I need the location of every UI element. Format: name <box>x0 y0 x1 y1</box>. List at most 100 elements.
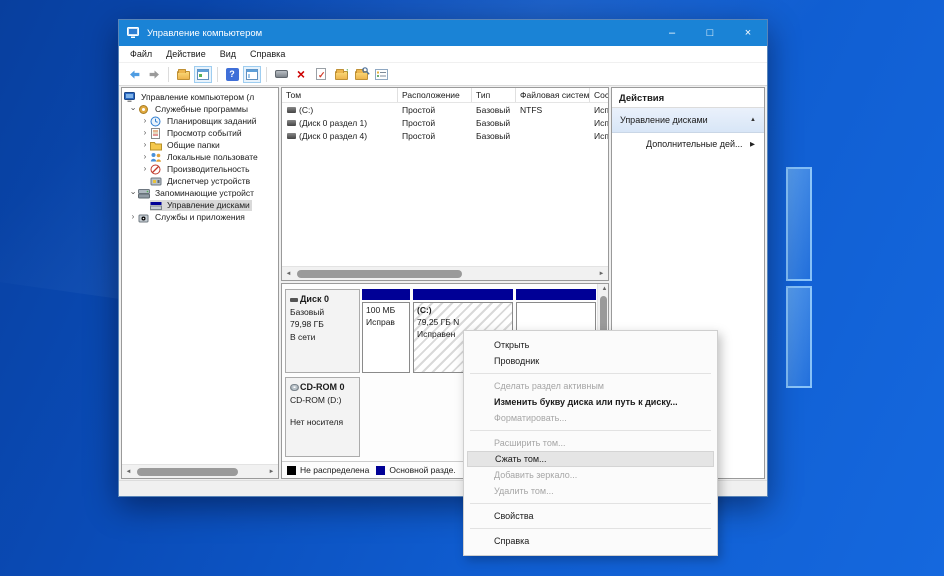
chevron-collapsed-icon[interactable]: › <box>128 213 138 221</box>
legend-primary-partition-swatch <box>376 466 385 475</box>
actions-group-disk-management[interactable]: Управление дисками ▲ <box>612 108 764 133</box>
tree-item-local-users-groups[interactable]: › Локальные пользовате <box>122 151 278 163</box>
chevron-collapsed-icon[interactable]: › <box>140 129 150 137</box>
services-icon <box>138 212 150 223</box>
scroll-left-icon[interactable]: ◄ <box>282 271 295 277</box>
legend-primary-partition-label: Основной разде. <box>389 465 455 475</box>
computer-icon <box>124 92 136 103</box>
tree-item-event-viewer[interactable]: › Просмотр событий <box>122 127 278 139</box>
context-menu-extend-volume: Расширить том... <box>464 435 717 451</box>
close-button[interactable]: × <box>729 20 767 46</box>
disk0-label-box[interactable]: Диск 0 Базовый 79,98 ГБ В сети <box>285 289 360 373</box>
chevron-collapsed-icon[interactable]: › <box>140 165 150 173</box>
volume-row-c[interactable]: (C:) Простой Базовый NTFS Испр <box>282 103 608 116</box>
local-users-icon <box>150 152 162 163</box>
menu-file[interactable]: Файл <box>123 49 159 59</box>
computer-management-app-icon <box>127 27 141 39</box>
folder-up-icon[interactable]: ↑ <box>332 66 350 83</box>
context-menu-help[interactable]: Справка <box>464 533 717 549</box>
cdrom-media-status: Нет носителя <box>290 416 355 428</box>
volume-list-header: Том Расположение Тип Файловая система Со… <box>282 88 608 103</box>
folder-search-icon[interactable] <box>352 66 370 83</box>
tree-item-performance[interactable]: › Производительность <box>122 163 278 175</box>
disk0-size: 79,98 ГБ <box>290 318 355 330</box>
window-title: Управление компьютером <box>147 28 262 39</box>
actions-more-actions[interactable]: Дополнительные дей... ▶ <box>612 133 764 155</box>
chevron-collapsed-icon[interactable]: › <box>140 117 150 125</box>
titlebar[interactable]: Управление компьютером – □ × <box>119 20 767 46</box>
help-icon[interactable]: ? <box>223 66 241 83</box>
delete-icon[interactable]: × <box>292 66 310 83</box>
menu-action[interactable]: Действие <box>159 49 213 59</box>
tree-item-services-applications[interactable]: › Службы и приложения <box>122 211 278 223</box>
chevron-expanded-icon[interactable]: › <box>129 104 137 114</box>
column-header-status[interactable]: Сост <box>590 88 608 102</box>
context-menu-explorer[interactable]: Проводник <box>464 353 717 369</box>
partition1-box[interactable]: 100 МБ Исправ <box>362 302 410 373</box>
properties-icon[interactable] <box>372 66 390 83</box>
context-menu-delete-volume: Удалить том... <box>464 483 717 499</box>
back-icon[interactable] <box>125 66 143 83</box>
volume-icon <box>287 120 296 126</box>
volume-icon <box>287 107 296 113</box>
tree-horizontal-scrollbar[interactable]: ◄ ► <box>122 464 278 478</box>
maximize-button[interactable]: □ <box>691 20 729 46</box>
column-header-volume[interactable]: Том <box>282 88 398 102</box>
column-header-type[interactable]: Тип <box>472 88 516 102</box>
tree-item-shared-folders[interactable]: › Общие папки <box>122 139 278 151</box>
volume-row-partition4[interactable]: (Диск 0 раздел 4) Простой Базовый Испр <box>282 129 608 142</box>
forward-icon[interactable] <box>145 66 163 83</box>
console-tree-panel: Управление компьютером (л › Служебные пр… <box>121 87 279 479</box>
check-document-icon[interactable]: ✓ <box>312 66 330 83</box>
cdrom-label-box[interactable]: CD-ROM 0 CD-ROM (D:) Нет носителя <box>285 377 360 457</box>
column-header-layout[interactable]: Расположение <box>398 88 472 102</box>
scroll-right-icon[interactable]: ► <box>595 271 608 277</box>
context-menu-add-mirror: Добавить зеркало... <box>464 467 717 483</box>
disk0-status: В сети <box>290 331 355 343</box>
disk-management-icon <box>150 200 162 211</box>
scroll-up-icon[interactable]: ▲ <box>598 286 609 292</box>
disk-icon <box>290 298 298 302</box>
context-menu-format: Форматировать... <box>464 410 717 426</box>
volume-row-partition1[interactable]: (Диск 0 раздел 1) Простой Базовый Испр <box>282 116 608 129</box>
column-header-filesystem[interactable]: Файловая система <box>516 88 590 102</box>
storage-icon <box>138 188 150 199</box>
context-menu-shrink-volume[interactable]: Сжать том... <box>467 451 714 467</box>
show-console-tree-icon[interactable] <box>243 66 261 83</box>
export-folder-icon[interactable] <box>174 66 192 83</box>
disk-icon[interactable] <box>272 66 290 83</box>
context-menu-open[interactable]: Открыть <box>464 337 717 353</box>
scroll-right-icon[interactable]: ► <box>265 469 278 475</box>
disk0-type: Базовый <box>290 306 355 318</box>
task-scheduler-icon <box>150 116 162 127</box>
context-menu-properties[interactable]: Свойства <box>464 508 717 524</box>
tree-item-device-manager[interactable]: › Диспетчер устройств <box>122 175 278 187</box>
volume-list-horizontal-scrollbar[interactable]: ◄ ► <box>282 266 608 280</box>
chevron-collapsed-icon[interactable]: › <box>140 141 150 149</box>
submenu-arrow-icon: ▶ <box>750 140 755 148</box>
chevron-expanded-icon[interactable]: › <box>129 188 137 198</box>
show-console-window-icon[interactable] <box>194 66 212 83</box>
chevron-collapsed-icon[interactable]: › <box>140 153 150 161</box>
collapse-arrow-icon[interactable]: ▲ <box>750 117 756 123</box>
legend-unallocated-swatch <box>287 466 296 475</box>
minimize-button[interactable]: – <box>653 20 691 46</box>
tree-item-system-tools[interactable]: › Служебные программы <box>122 103 278 115</box>
menu-separator <box>470 503 711 504</box>
event-viewer-icon <box>150 128 162 139</box>
context-menu-change-drive-letter[interactable]: Изменить букву диска или путь к диску... <box>464 394 717 410</box>
menu-help[interactable]: Справка <box>243 49 292 59</box>
tree-item-task-scheduler[interactable]: › Планировщик заданий <box>122 115 278 127</box>
tree-item-disk-management[interactable]: › Управление дисками <box>122 199 278 211</box>
partition3-header-bar <box>516 289 596 300</box>
partition1-header-bar <box>362 289 410 300</box>
menu-view[interactable]: Вид <box>213 49 243 59</box>
tree-item-storage[interactable]: › Запоминающие устройст <box>122 187 278 199</box>
tree-item-computer-management-root[interactable]: Управление компьютером (л <box>122 91 278 103</box>
menubar: Файл Действие Вид Справка <box>119 46 767 63</box>
toolbar-separator <box>217 67 218 82</box>
cdrom-icon <box>290 384 299 391</box>
scroll-left-icon[interactable]: ◄ <box>122 469 135 475</box>
toolbar: ? × ✓ ↑ <box>119 63 767 86</box>
cdrom-drive-letter: CD-ROM (D:) <box>290 394 355 406</box>
